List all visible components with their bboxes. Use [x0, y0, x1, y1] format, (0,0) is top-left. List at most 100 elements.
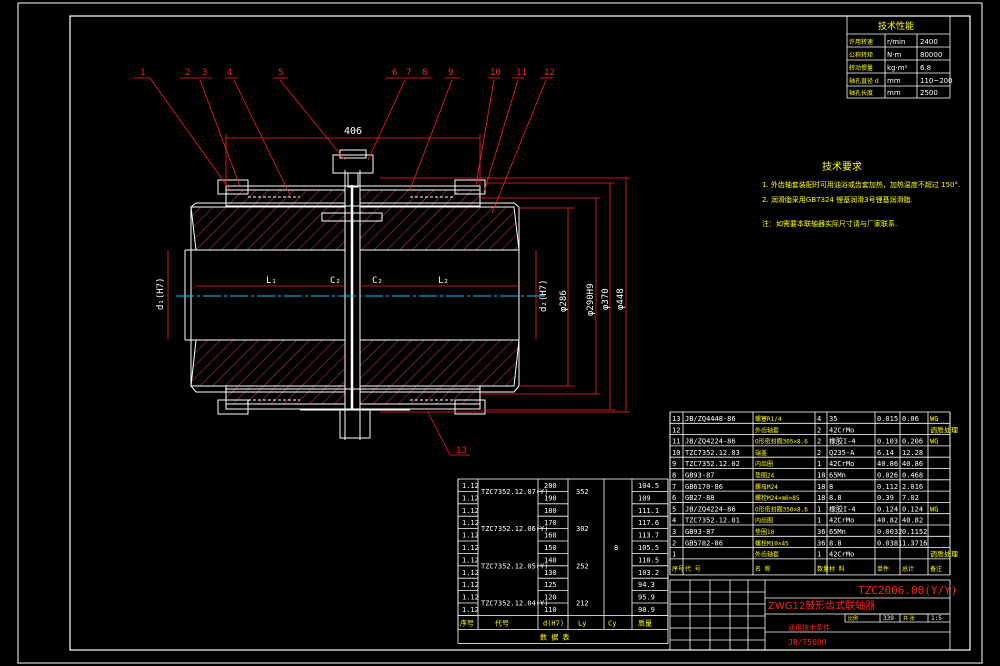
bom-mat: 65Mn — [829, 528, 846, 536]
variant-header: Ly — [578, 619, 586, 627]
variant-code: TZC7352.12.04(Y) — [481, 600, 548, 608]
bom-mat: 42CrMo — [829, 517, 854, 525]
bom-w2: 1.3716 — [902, 539, 927, 547]
bom-w1: 40.86 — [877, 460, 898, 468]
bom-qty: 18 — [817, 472, 825, 480]
tech-req-2: 2. 润滑脂采用GB7324 锂基润滑3号锂基润滑脂. — [762, 195, 913, 204]
bom-no: 5 — [672, 505, 676, 513]
bom-w2: 7.02 — [902, 494, 919, 502]
balloon-1: 1 — [140, 68, 145, 78]
bom-name: 螺塞R1/4 — [755, 415, 782, 423]
bom-name: 外齿轴套 — [755, 426, 779, 434]
bom-qty: 2 — [817, 449, 821, 457]
svg-text:许用转速: 许用转速 — [849, 38, 873, 46]
standard-label: 通用技术条件 — [788, 623, 830, 632]
bom-w2: 40.82 — [902, 517, 923, 525]
bom-qty: 36 — [817, 539, 825, 547]
title-block: TZC2006.00(Y/Y) ZWG12鼓形齿式联轴器 比例 339 1:5 … — [768, 584, 957, 647]
variant-header: Cy — [608, 619, 616, 627]
bom-w1: 0.103 — [877, 438, 898, 446]
variant-ratio: 1.12 — [462, 606, 479, 614]
bom-mat: 35 — [829, 415, 837, 423]
variant-mass: 95.9 — [638, 594, 655, 602]
sheet-info: 共 张 — [903, 615, 915, 622]
tech-req-note: 注：如需要本联轴器实际尺寸请与厂家联系. — [762, 219, 897, 228]
bom-note: 调质处理 — [930, 550, 958, 559]
bom-mat: 橡胶I-4 — [829, 504, 856, 513]
balloon-9: 9 — [448, 68, 453, 78]
variant-ratio: 1.12 — [462, 482, 479, 490]
balloon-8: 8 — [422, 68, 427, 78]
variant-ly: 302 — [576, 525, 589, 533]
dim-286: φ286 — [559, 290, 569, 312]
dim-448: φ448 — [616, 288, 626, 310]
dim-406: 406 — [344, 126, 362, 137]
variant-bore: 160 — [544, 532, 557, 540]
svg-text:转动惯量: 转动惯量 — [849, 64, 873, 72]
svg-text:mm: mm — [887, 77, 901, 85]
bom-name: O形密封圈305×8.6 — [755, 438, 808, 446]
svg-text:公称转矩: 公称转矩 — [849, 51, 873, 59]
bom-mat: 橡胶I-4 — [829, 437, 856, 446]
coupling-section-view — [184, 149, 520, 440]
variant-ly: 252 — [576, 562, 589, 570]
bom-code: TZC7352.12.02 — [685, 460, 740, 468]
svg-text:2400: 2400 — [920, 38, 938, 46]
variant-table: 1.12TZC7352.12.07(Y)200352104.51.12 190 10… — [460, 482, 659, 641]
tech-perf-title: 技术性能 — [878, 20, 914, 32]
tech-perf-text: 技术性能 许用转速 r/min 2400 公称转矩 N·m 80000 转动惯量… — [849, 20, 953, 97]
bom-note: WG — [930, 505, 938, 513]
svg-text:6.8: 6.8 — [920, 64, 931, 72]
dim-l2: L₂ — [438, 276, 449, 286]
bom-qty: 36 — [817, 528, 825, 536]
weight-value: 339 — [883, 615, 894, 622]
balloon-7: 7 — [406, 68, 411, 78]
svg-text:mm: mm — [887, 89, 901, 97]
bom-code: JB/ZQ4224-86 — [685, 438, 736, 446]
bom-code: JB/ZQ4448-86 — [685, 415, 736, 423]
cad-drawing: 1 2 3 4 5 6 7 8 9 10 11 12 13 406 L₁ C₂ … — [17, 2, 983, 664]
bom-qty: 2 — [817, 426, 821, 434]
bom-name: 端盖 — [755, 449, 767, 457]
bom-w1: 0.112 — [877, 483, 898, 491]
svg-text:110~200: 110~200 — [920, 77, 953, 85]
tech-requirements: 技术要求 1. 外齿轴套装配时可用油浴或齿套加热，加热温度不超过 150°. 2… — [762, 160, 960, 228]
svg-text:轴孔长度: 轴孔长度 — [849, 89, 873, 97]
balloon-12: 12 — [544, 68, 555, 78]
bom-no: 13 — [672, 415, 680, 423]
variant-ratio: 1.12 — [462, 494, 479, 502]
bom-code: GB93-87 — [685, 528, 715, 536]
bom-code: GB6170-86 — [685, 483, 723, 491]
svg-text:r/min: r/min — [887, 38, 905, 46]
bom-mat: 8.8 — [829, 539, 842, 547]
bom-w2: 0.1152 — [902, 528, 927, 536]
variant-header: 代号 — [495, 618, 509, 627]
bom-mat: 42CrMo — [829, 460, 854, 468]
scale-label: 比例 — [848, 615, 858, 622]
bom-mat: 65Mn — [829, 472, 846, 480]
bom-no: 2 — [672, 539, 676, 547]
bom-w2: 0.124 — [902, 505, 923, 513]
bom-no: 8 — [672, 472, 676, 480]
variant-bore: 140 — [544, 556, 557, 564]
variant-header: 序号 — [460, 618, 474, 627]
variant-mass: 117.6 — [638, 519, 659, 527]
bom-code: GB93-87 — [685, 472, 715, 480]
variant-ratio: 1.12 — [462, 507, 479, 515]
variant-ratio: 1.12 — [462, 544, 479, 552]
dim-290: φ290H9 — [586, 283, 596, 316]
variant-ratio: 1.12 — [462, 594, 479, 602]
variant-bore: 120 — [544, 594, 557, 602]
bom-name: 垫圈10 — [755, 528, 775, 536]
variant-header: 质量 — [638, 618, 652, 627]
balloon-4: 4 — [227, 68, 232, 78]
variant-bore: 200 — [544, 482, 557, 490]
bom-no: 3 — [672, 528, 676, 536]
drawing-name: ZWG12鼓形齿式联轴器 — [768, 599, 875, 612]
bom-qty: 1 — [817, 505, 821, 513]
balloon-11: 11 — [516, 68, 527, 78]
variant-mass: 104.5 — [638, 482, 659, 490]
bom-no: 12 — [672, 426, 680, 434]
svg-text:轴孔直径 d: 轴孔直径 d — [849, 77, 879, 85]
variant-bore: 180 — [544, 507, 557, 515]
